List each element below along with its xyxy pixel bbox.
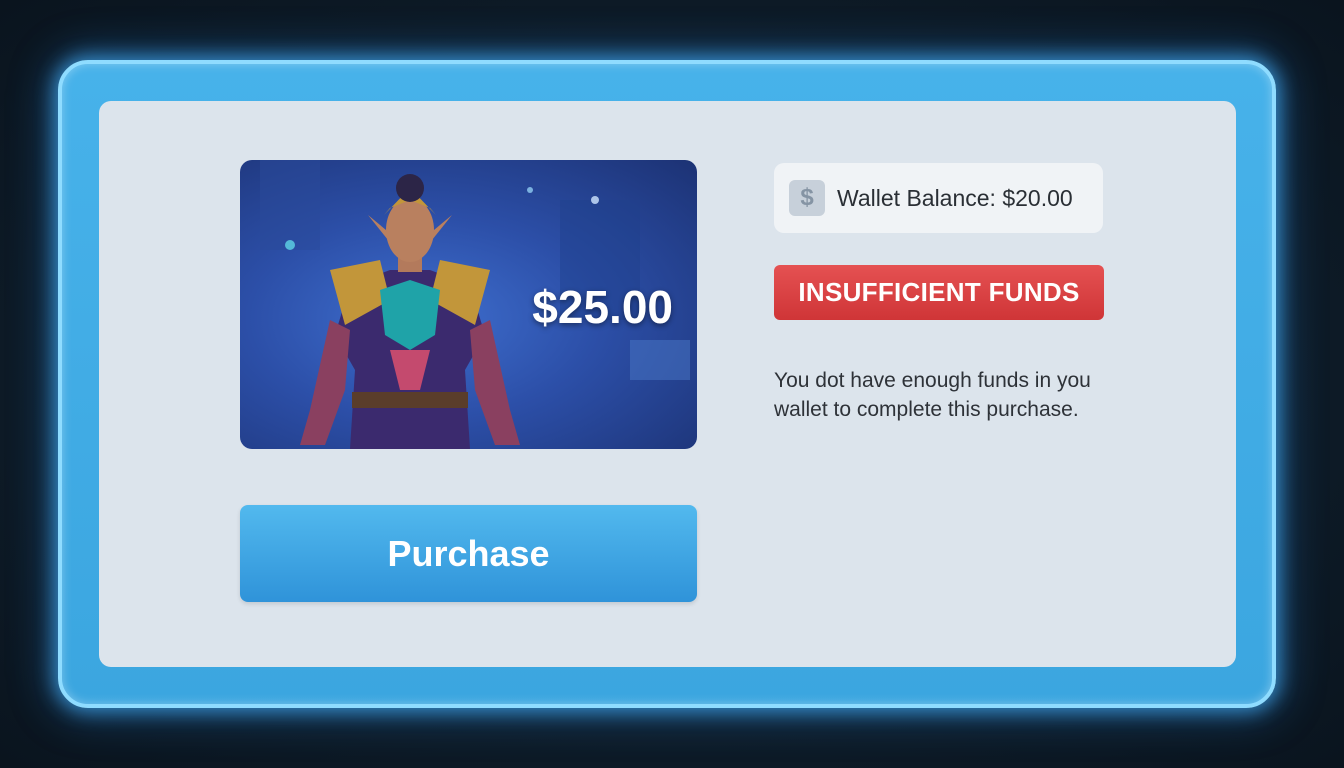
wallet-balance: $ Wallet Balance: $20.00 [774, 163, 1103, 233]
wallet-balance-label: Wallet Balance: $20.00 [837, 184, 1073, 211]
purchase-button[interactable]: Purchase [240, 505, 697, 602]
product-card: $25.00 [240, 160, 697, 449]
product-price: $25.00 [532, 281, 673, 333]
insufficient-funds-message: You dot have enough funds in you wallet … [774, 369, 1091, 421]
dollar-icon: $ [789, 180, 825, 216]
insufficient-funds-badge: INSUFFICIENT FUNDS [774, 265, 1104, 320]
